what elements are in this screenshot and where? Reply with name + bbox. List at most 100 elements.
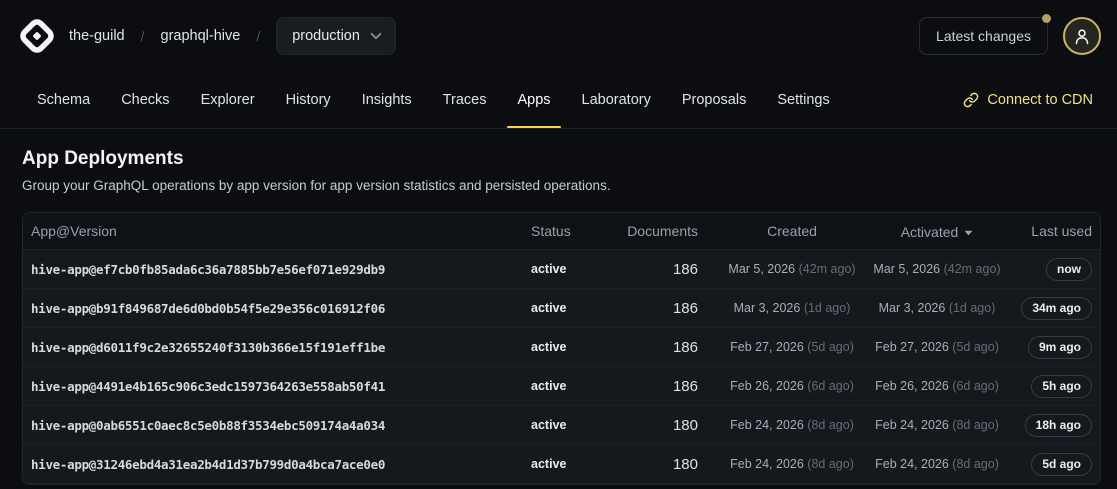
page-subtitle: Group your GraphQL operations by app ver… xyxy=(22,178,1095,193)
activated-date: Feb 26, 2026 xyxy=(875,379,949,393)
person-icon xyxy=(1074,28,1090,45)
activated-relative-time: (42m ago) xyxy=(944,262,1001,276)
activated-cell: Feb 24, 2026 (8d ago) xyxy=(872,457,1002,471)
table-row[interactable]: hive-app@4491e4b165c906c3edc1597364263e5… xyxy=(23,367,1100,406)
tab-label: Schema xyxy=(37,92,90,108)
created-date: Mar 3, 2026 xyxy=(734,301,801,315)
created-relative-time: (5d ago) xyxy=(807,340,854,354)
created-cell: Feb 26, 2026 (6d ago) xyxy=(712,379,872,393)
tab-history[interactable]: History xyxy=(276,72,341,128)
documents-count-cell: 186 xyxy=(587,339,712,356)
created-date: Feb 24, 2026 xyxy=(730,457,804,471)
created-relative-time: (8d ago) xyxy=(807,418,854,432)
tab-apps[interactable]: Apps xyxy=(507,72,560,128)
created-cell: Feb 27, 2026 (5d ago) xyxy=(712,340,872,354)
app-version-cell[interactable]: hive-app@0ab6551c0aec8c5e0b88f3534ebc509… xyxy=(23,418,525,433)
tab-schema[interactable]: Schema xyxy=(27,72,100,128)
breadcrumb-separator: / xyxy=(256,28,260,44)
user-avatar[interactable] xyxy=(1063,17,1101,55)
app-version-cell[interactable]: hive-app@b91f849687de6d0bd0b54f5e29e356c… xyxy=(23,301,525,316)
activated-cell: Mar 5, 2026 (42m ago) xyxy=(872,262,1002,276)
tab-label: History xyxy=(286,92,331,108)
last-used-cell: 5d ago xyxy=(1002,453,1100,476)
activated-date: Feb 24, 2026 xyxy=(875,418,949,432)
tab-laboratory[interactable]: Laboratory xyxy=(572,72,661,128)
hive-logo-icon[interactable] xyxy=(17,16,57,56)
last-used-cell: 9m ago xyxy=(1002,336,1100,359)
status-cell: active xyxy=(525,301,587,315)
status-cell: active xyxy=(525,340,587,354)
connect-to-cdn-link[interactable]: Connect to CDN xyxy=(963,72,1093,128)
table-body: hive-app@ef7cb0fb85ada6c36a7885bb7e56ef0… xyxy=(23,250,1100,484)
chevron-down-icon xyxy=(370,32,382,40)
table-row[interactable]: hive-app@ef7cb0fb85ada6c36a7885bb7e56ef0… xyxy=(23,250,1100,289)
created-relative-time: (6d ago) xyxy=(807,379,854,393)
app-version-cell[interactable]: hive-app@31246ebd4a31ea2b4d1d37b799d0a4b… xyxy=(23,457,525,472)
connect-to-cdn-label: Connect to CDN xyxy=(987,92,1093,108)
page-title: App Deployments xyxy=(22,148,1095,170)
created-cell: Feb 24, 2026 (8d ago) xyxy=(712,457,872,471)
tab-list: Schema Checks Explorer History Insights … xyxy=(27,72,851,128)
tab-label: Checks xyxy=(121,92,169,108)
tab-label: Insights xyxy=(362,92,412,108)
app-version-cell[interactable]: hive-app@ef7cb0fb85ada6c36a7885bb7e56ef0… xyxy=(23,262,525,277)
column-header-app-version: App@Version xyxy=(23,223,525,239)
tab-label: Laboratory xyxy=(582,92,651,108)
created-cell: Mar 5, 2026 (42m ago) xyxy=(712,262,872,276)
table-row[interactable]: hive-app@b91f849687de6d0bd0b54f5e29e356c… xyxy=(23,289,1100,328)
column-header-activated-label: Activated xyxy=(901,224,959,240)
last-used-cell: 34m ago xyxy=(1002,297,1100,320)
tab-traces[interactable]: Traces xyxy=(433,72,497,128)
last-used-badge: 9m ago xyxy=(1028,336,1092,359)
app-version-cell[interactable]: hive-app@d6011f9c2e32655240f3130b366e15f… xyxy=(23,340,525,355)
activated-cell: Feb 24, 2026 (8d ago) xyxy=(872,418,1002,432)
last-used-badge: 5d ago xyxy=(1031,453,1092,476)
tab-explorer[interactable]: Explorer xyxy=(191,72,265,128)
status-cell: active xyxy=(525,379,587,393)
tab-proposals[interactable]: Proposals xyxy=(672,72,756,128)
activated-relative-time: (6d ago) xyxy=(952,379,999,393)
latest-changes-button[interactable]: Latest changes xyxy=(919,17,1048,55)
header-right: Latest changes xyxy=(919,17,1101,55)
target-selector-label: production xyxy=(292,28,360,44)
documents-count-cell: 186 xyxy=(587,261,712,278)
documents-count-cell: 180 xyxy=(587,456,712,473)
last-used-badge: 5h ago xyxy=(1031,375,1092,398)
breadcrumb-project[interactable]: graphql-hive xyxy=(161,28,241,44)
nav-tabbar: Schema Checks Explorer History Insights … xyxy=(0,72,1117,129)
activated-relative-time: (5d ago) xyxy=(952,340,999,354)
table-row[interactable]: hive-app@d6011f9c2e32655240f3130b366e15f… xyxy=(23,328,1100,367)
column-header-created: Created xyxy=(712,223,872,239)
tab-label: Proposals xyxy=(682,92,746,108)
created-date: Mar 5, 2026 xyxy=(728,262,795,276)
last-used-badge: now xyxy=(1046,258,1092,281)
activated-date: Mar 3, 2026 xyxy=(879,301,946,315)
last-used-cell: 18h ago xyxy=(1002,414,1100,437)
table-row[interactable]: hive-app@0ab6551c0aec8c5e0b88f3534ebc509… xyxy=(23,406,1100,445)
created-date: Feb 26, 2026 xyxy=(730,379,804,393)
last-used-badge: 18h ago xyxy=(1025,414,1092,437)
tab-settings[interactable]: Settings xyxy=(767,72,839,128)
notification-dot xyxy=(1042,14,1051,23)
table-row[interactable]: hive-app@31246ebd4a31ea2b4d1d37b799d0a4b… xyxy=(23,445,1100,484)
tab-insights[interactable]: Insights xyxy=(352,72,422,128)
app-deployments-table: App@Version Status Documents Created Act… xyxy=(22,212,1101,485)
last-used-cell: 5h ago xyxy=(1002,375,1100,398)
column-header-activated[interactable]: Activated xyxy=(872,223,1002,240)
activated-date: Feb 27, 2026 xyxy=(875,340,949,354)
target-selector-button[interactable]: production xyxy=(276,17,396,55)
created-relative-time: (1d ago) xyxy=(804,301,851,315)
created-date: Feb 24, 2026 xyxy=(730,418,804,432)
app-version-cell[interactable]: hive-app@4491e4b165c906c3edc1597364263e5… xyxy=(23,379,525,394)
breadcrumb: the-guild / graphql-hive / production xyxy=(69,17,396,55)
tab-checks[interactable]: Checks xyxy=(111,72,179,128)
breadcrumb-org[interactable]: the-guild xyxy=(69,28,125,44)
sort-desc-icon xyxy=(964,223,973,239)
activated-relative-time: (1d ago) xyxy=(949,301,996,315)
column-header-last-used: Last used xyxy=(1002,223,1100,239)
tab-label: Apps xyxy=(517,92,550,108)
activated-relative-time: (8d ago) xyxy=(952,418,999,432)
created-cell: Mar 3, 2026 (1d ago) xyxy=(712,301,872,315)
created-relative-time: (8d ago) xyxy=(807,457,854,471)
created-date: Feb 27, 2026 xyxy=(730,340,804,354)
